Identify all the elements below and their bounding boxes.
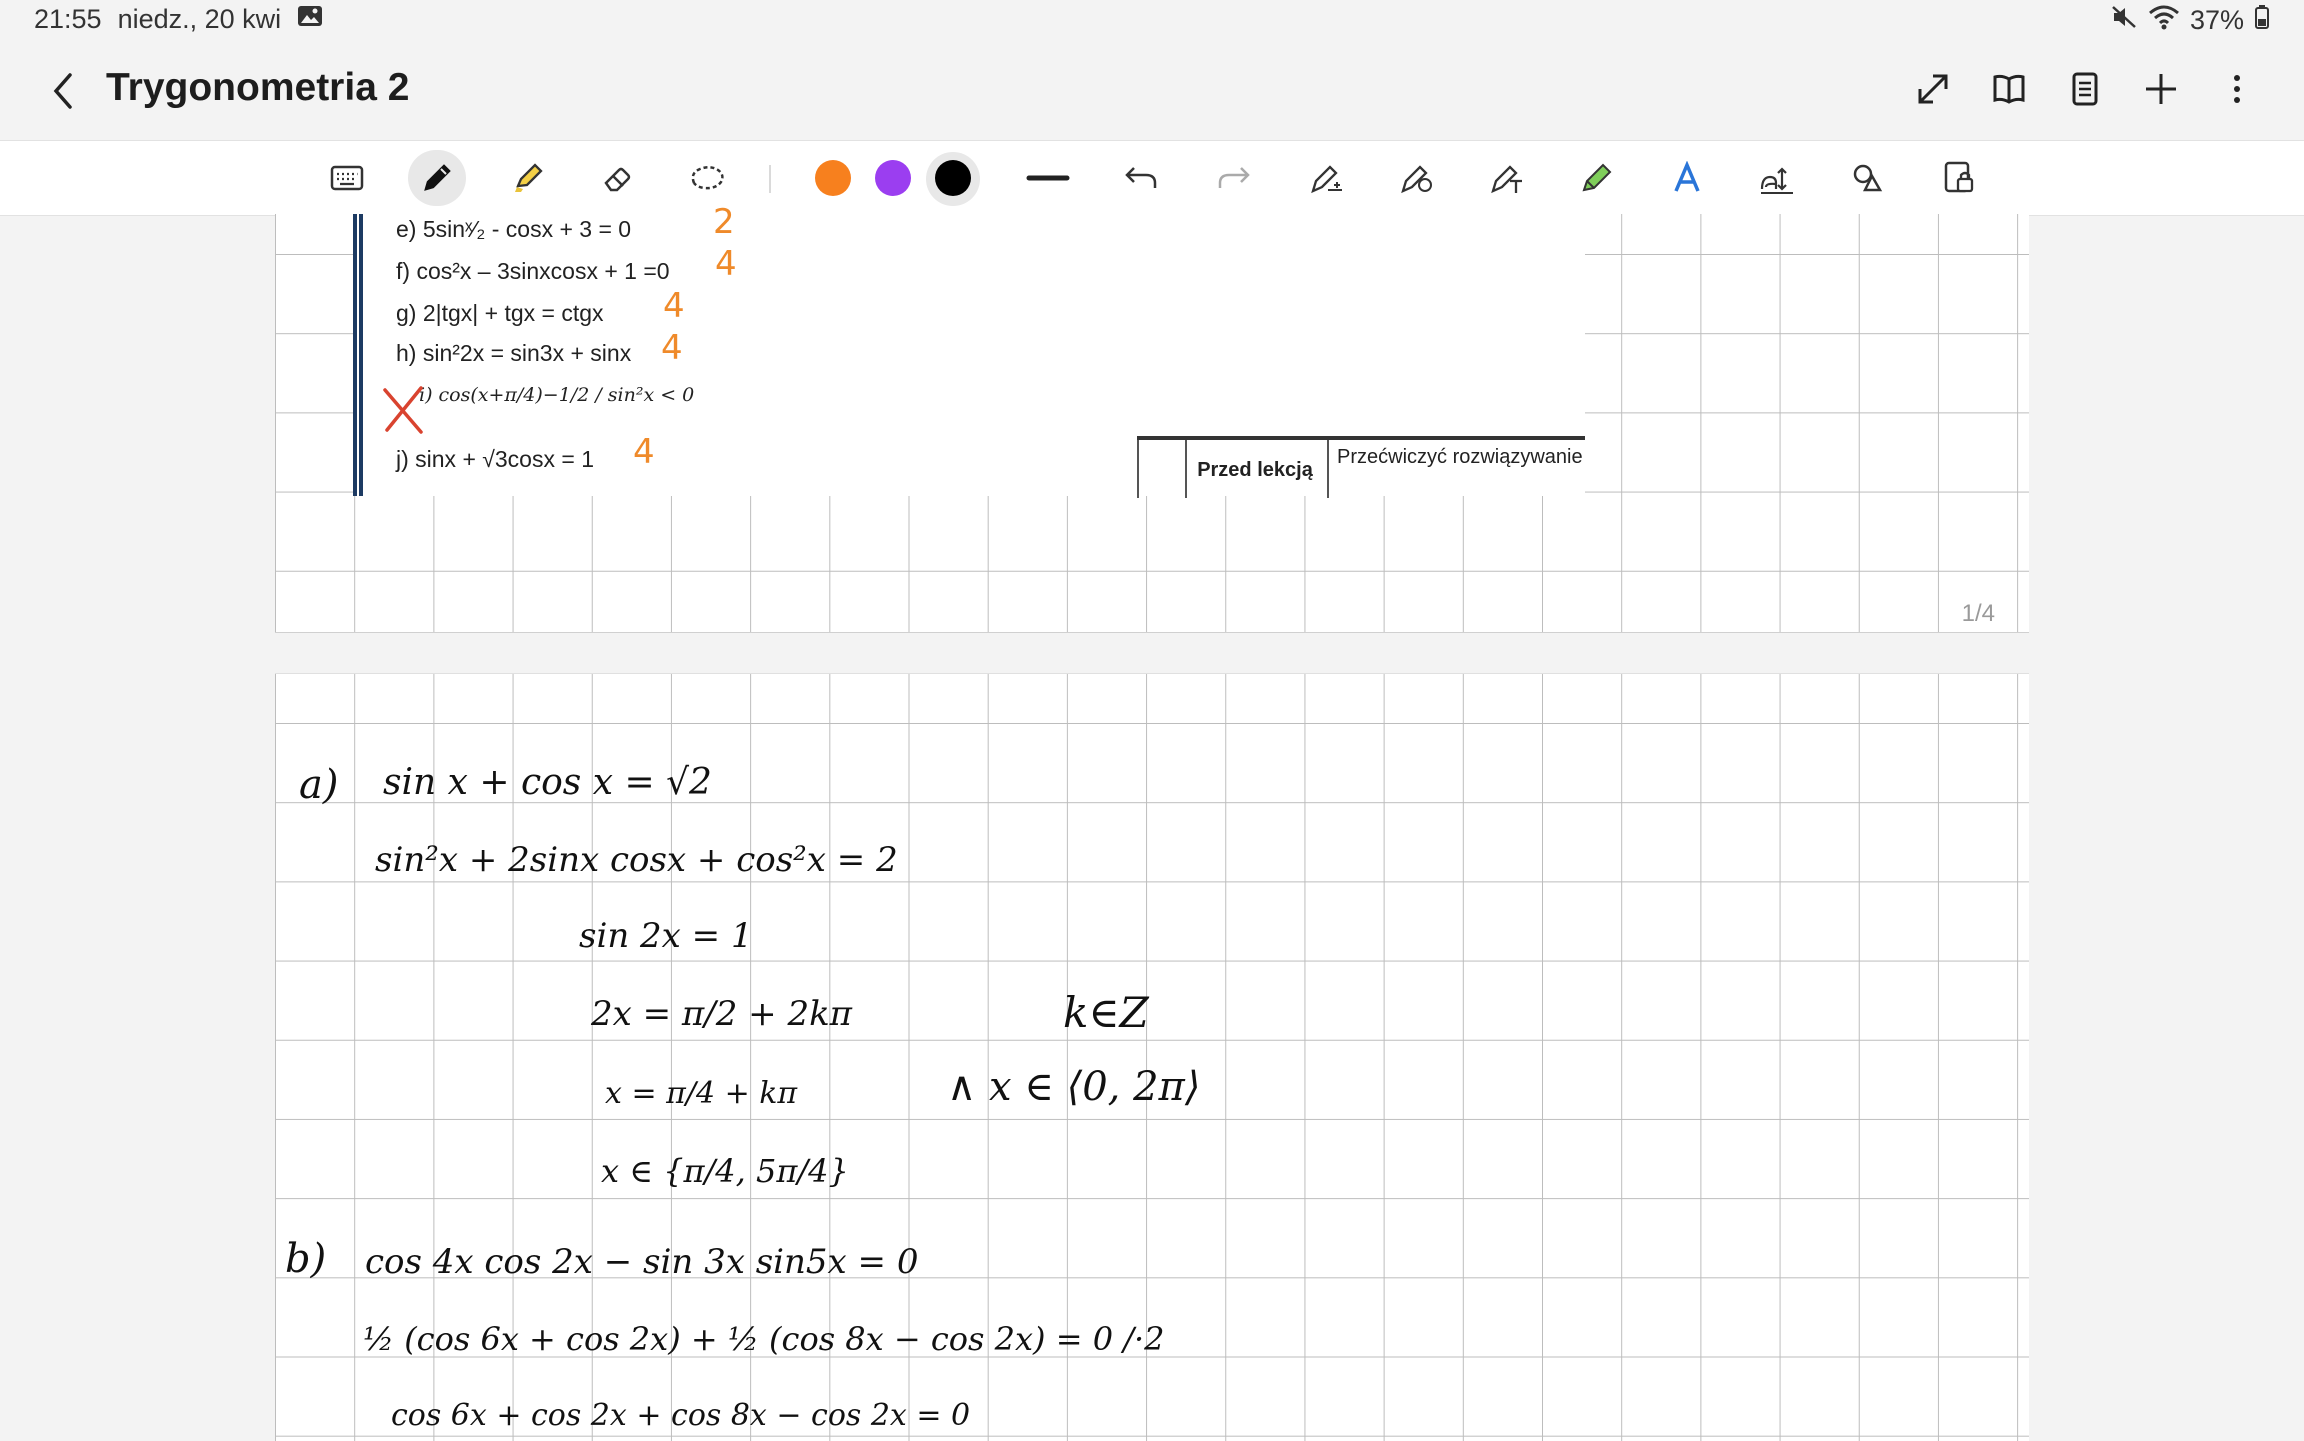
pen-text-tool[interactable] [1478,150,1536,206]
note-b-label: b) [285,1236,327,1282]
task-i: i) cos(x+π/4)−1/2 / sin²x < 0 [419,384,695,406]
book-view-button[interactable] [1986,66,2032,112]
title-bar: Trygonometria 2 [0,42,2304,140]
page-title: Trygonometria 2 [106,66,410,109]
task-e: e) 5sinˣ⁄₂ - cosx + 3 = 0 [396,216,632,242]
task-j: j) sinx + √3cosx = 1 [396,446,594,472]
lesson-plan-table: Przed lekcją Przećwiczyć rozwiązywanie [1137,436,1585,502]
battery-level: 37% [2189,5,2244,35]
note-a-line5-interval: ∧ x ∈ ⟨0, 2π⟩ [947,1064,1201,1110]
lasso-tool[interactable] [678,150,736,206]
worksheet-margin-bar [353,214,367,496]
wifi-icon [2148,4,2180,37]
document-lock-icon [1944,161,1974,193]
pen-icon [424,164,451,191]
pen-text-icon [1491,165,1522,194]
redo-icon [1218,167,1250,188]
lock-tool[interactable] [1930,150,1988,206]
note-a-line6: x ∈ {π/4, 5π/4} [601,1152,849,1190]
color-black[interactable] [935,160,971,196]
redo-button[interactable] [1205,150,1263,206]
plan-before-lesson: Przed lekcją [1183,440,1329,498]
eraser-tool[interactable] [588,150,646,206]
note-a-line4: 2x = π/2 + 2kπ [591,994,853,1034]
task-h-score: 4 [661,328,683,368]
task-g-score: 4 [663,286,685,326]
document-icon [2072,72,2098,106]
plus-icon [2146,74,2176,104]
pen-circle-icon [1401,165,1432,194]
text-spacing-tool[interactable] [1748,150,1806,206]
green-marker-icon [1582,163,1612,192]
note-a-line1: sin x + cos x = √2 [383,762,712,803]
highlighter-icon [515,163,543,192]
toolbar-divider [769,165,771,193]
pen-sparkle-icon [1311,165,1342,194]
task-e-score: 2 [713,202,735,242]
more-vertical-icon [2234,75,2240,103]
open-book-icon [1993,74,2025,104]
fullscreen-button[interactable] [1910,66,1956,112]
note-a-line2: sin²x + 2sinx cosx + cos²x = 2 [375,840,898,880]
gallery-icon [297,4,323,35]
eraser-icon [604,167,631,192]
pen-shape-tool[interactable] [1388,150,1446,206]
battery-icon [2254,4,2270,37]
note-b-line1: cos 4x cos 2x − sin 3x sin5x = 0 [365,1242,919,1282]
ink-to-text-tool[interactable] [1658,150,1716,206]
date: niedz., 20 kwi [117,4,282,34]
cross-out-mark [383,386,423,434]
letter-a-icon [1674,161,1700,192]
task-g: g) 2|tgx| + tgx = ctgx [396,300,604,326]
note-b-line2: ½ (cos 6x + cos 2x) + ½ (cos 8x − cos 2x… [363,1320,1165,1358]
page-number: 1/4 [1961,600,1995,627]
undo-button[interactable] [1112,150,1170,206]
task-h: h) sin²2x = sin3x + sinx [396,340,632,366]
pen-settings-tool[interactable] [1298,150,1356,206]
more-options-button[interactable] [2214,66,2260,112]
notebook-page-1[interactable]: e) 5sinˣ⁄₂ - cosx + 3 = 0 2 f) cos²x – 3… [275,202,2029,633]
line-width-icon [1026,175,1070,181]
page-list-button[interactable] [2062,66,2108,112]
marker-tool[interactable] [1568,150,1626,206]
text-spacing-icon [1760,167,1793,194]
note-a-label: a) [299,762,339,808]
note-a-line4-domain: k∈Z [1063,988,1149,1037]
stroke-width-tool[interactable] [1019,150,1077,206]
status-bar: 21:55 niedz., 20 kwi 37% [0,0,2304,42]
color-purple[interactable] [875,160,911,196]
color-orange[interactable] [815,160,851,196]
keyboard-icon [330,165,364,191]
plan-empty-cell [1137,440,1187,498]
note-a-line3: sin 2x = 1 [579,916,753,956]
mute-icon [2110,4,2138,37]
drawing-toolbar [0,140,2304,216]
undo-icon [1125,167,1157,188]
plan-practice: Przećwiczyć rozwiązywanie [1337,446,1583,468]
highlighter-tool[interactable] [498,150,556,206]
lasso-icon [691,166,724,190]
add-page-button[interactable] [2138,66,2184,112]
note-b-line3: cos 6x + cos 2x + cos 8x − cos 2x = 0 [391,1398,971,1433]
task-f-score: 4 [715,244,737,284]
note-a-line5: x = π/4 + kπ [605,1076,798,1111]
clock: 21:55 [34,4,102,34]
chevron-left-icon [53,73,72,109]
keyboard-tool[interactable] [318,150,376,206]
shapes-icon [1853,164,1883,192]
back-button[interactable] [40,68,86,114]
shapes-tool[interactable] [1838,150,1896,206]
notebook-page-2[interactable]: a) sin x + cos x = √2 sin²x + 2sinx cosx… [275,673,2029,1441]
expand-icon [1918,74,1948,104]
pen-tool[interactable] [408,150,466,206]
task-f: f) cos²x – 3sinxcosx + 1 =0 [396,258,670,284]
task-j-score: 4 [633,432,655,472]
